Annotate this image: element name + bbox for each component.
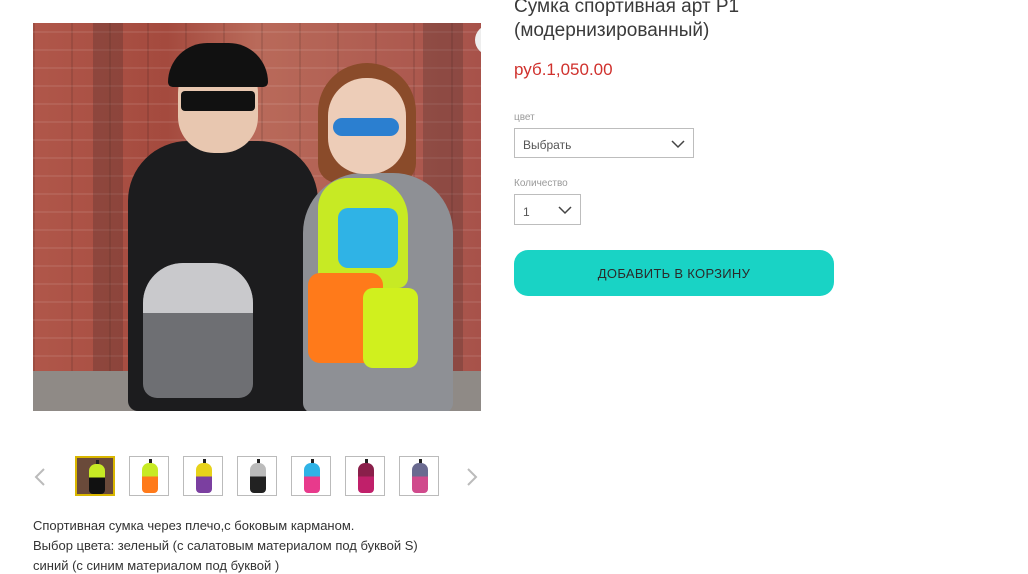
thumbnail[interactable] bbox=[75, 456, 115, 496]
color-select[interactable]: Выбрать bbox=[514, 128, 694, 158]
chevron-down-icon bbox=[558, 206, 572, 215]
description-line: Спортивная сумка через плечо,с боковым к… bbox=[33, 518, 355, 533]
thumbnail-bag bbox=[358, 463, 374, 493]
thumbnail-bag bbox=[142, 463, 158, 493]
model-male-sunglasses bbox=[181, 91, 255, 111]
background-pillar bbox=[93, 23, 123, 411]
thumbnail[interactable] bbox=[399, 456, 439, 496]
thumbnail-bag bbox=[304, 463, 320, 493]
bag-colorful bbox=[308, 178, 418, 378]
description-line: Выбор цвета: зеленый (с салатовым матери… bbox=[33, 538, 418, 553]
thumbnail[interactable] bbox=[129, 456, 169, 496]
quantity-label: Количество bbox=[514, 178, 568, 189]
product-description: Спортивная сумка через плечо,с боковым к… bbox=[33, 516, 483, 574]
bag-grey-top bbox=[143, 263, 253, 313]
thumbnail-bag bbox=[196, 463, 212, 493]
description-line: синий (с синим материалом под буквой ) bbox=[33, 558, 280, 573]
quantity-select[interactable]: 1 bbox=[514, 194, 581, 225]
thumbnail[interactable] bbox=[183, 456, 223, 496]
thumb-prev-arrow[interactable] bbox=[33, 467, 49, 487]
color-label: цвет bbox=[514, 112, 535, 123]
chevron-right-icon bbox=[467, 468, 478, 486]
product-main-image[interactable] bbox=[33, 23, 481, 411]
thumbnail-bag bbox=[412, 463, 428, 493]
color-select-value: Выбрать bbox=[523, 138, 572, 152]
product-title: Сумка спортивная арт Р1 (модернизированн… bbox=[514, 0, 740, 41]
thumbnail[interactable] bbox=[345, 456, 385, 496]
product-price: руб.1,050.00 bbox=[514, 60, 613, 79]
chevron-down-icon bbox=[671, 140, 685, 149]
thumbnail[interactable] bbox=[237, 456, 277, 496]
thumbnail-strip bbox=[33, 455, 483, 499]
thumbnail-bag bbox=[250, 463, 266, 493]
model-female-sunglasses bbox=[333, 118, 399, 136]
add-to-cart-button[interactable]: ДОБАВИТЬ В КОРЗИНУ bbox=[514, 250, 834, 296]
quantity-select-value: 1 bbox=[523, 205, 530, 219]
thumbnail[interactable] bbox=[291, 456, 331, 496]
thumbnail-bag bbox=[89, 464, 105, 494]
chevron-left-icon bbox=[34, 468, 45, 486]
thumb-next-arrow[interactable] bbox=[465, 467, 481, 487]
